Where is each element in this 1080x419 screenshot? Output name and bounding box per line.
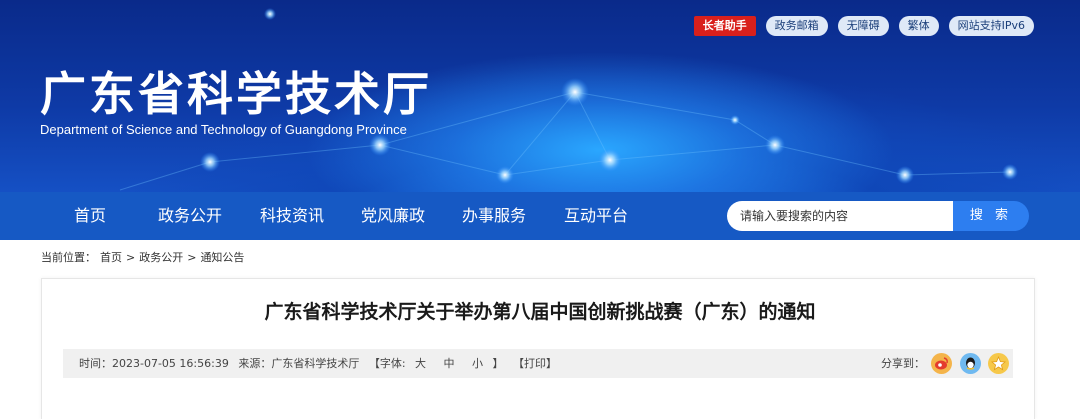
font-small-button[interactable]: 小 <box>472 357 483 370</box>
font-medium-button[interactable]: 中 <box>444 357 455 370</box>
share-label: 分享到： <box>881 357 925 370</box>
search-input[interactable]: 请输入要搜索的内容 <box>727 201 953 231</box>
traditional-chinese-link[interactable]: 繁体 <box>898 16 939 36</box>
search-placeholder: 请输入要搜索的内容 <box>740 209 849 223</box>
top-links: 长者助手 政务邮箱 无障碍 繁体 网站支持IPv6 <box>693 16 1034 36</box>
header-banner: 广东省科学技术厅 Department of Science and Techn… <box>0 0 1080 192</box>
breadcrumb-separator: > <box>187 251 197 264</box>
article-source: 来源：广东省科学技术厅 <box>238 357 360 370</box>
weibo-icon[interactable] <box>931 353 952 374</box>
accessibility-link[interactable]: 无障碍 <box>837 16 889 36</box>
nav-sci-news[interactable]: 科技资讯 <box>260 192 324 240</box>
article-meta-bar: 时间：2023-07-05 16:56:39 来源：广东省科学技术厅 【字体: … <box>63 349 1013 378</box>
font-size-label: 【字体: <box>368 357 406 370</box>
breadcrumb: 当前位置： 首页 > 政务公开 > 通知公告 <box>41 249 248 265</box>
search-button[interactable]: 搜 索 <box>953 201 1029 231</box>
elder-assistant-link[interactable]: 长者助手 <box>693 16 756 36</box>
breadcrumb-separator: > <box>126 251 136 264</box>
nav-home[interactable]: 首页 <box>74 192 106 240</box>
breadcrumb-prefix: 当前位置： <box>41 251 96 264</box>
breadcrumb-notices[interactable]: 通知公告 <box>200 251 244 264</box>
font-size-label-close: 】 <box>492 357 504 370</box>
ipv6-badge: 网站支持IPv6 <box>948 16 1034 36</box>
publish-time: 时间：2023-07-05 16:56:39 <box>79 357 229 370</box>
nav-interaction[interactable]: 互动平台 <box>564 192 628 240</box>
font-large-button[interactable]: 大 <box>415 357 426 370</box>
nav-gov-affairs[interactable]: 政务公开 <box>158 192 222 240</box>
gov-mailbox-link[interactable]: 政务邮箱 <box>765 16 828 36</box>
qzone-icon[interactable] <box>988 353 1009 374</box>
nav-party-integrity[interactable]: 党风廉政 <box>361 192 425 240</box>
qq-icon[interactable] <box>960 353 981 374</box>
search-bar: 请输入要搜索的内容 搜 索 <box>727 201 1029 231</box>
print-button[interactable]: 【打印】 <box>513 357 557 370</box>
site-title: 广东省科学技术厅 <box>40 67 432 121</box>
article-title: 广东省科学技术厅关于举办第八届中国创新挑战赛（广东）的通知 <box>264 301 816 323</box>
breadcrumb-gov-affairs[interactable]: 政务公开 <box>139 251 183 264</box>
site-subtitle: Department of Science and Technology of … <box>40 122 407 137</box>
breadcrumb-home[interactable]: 首页 <box>100 251 122 264</box>
nav-services[interactable]: 办事服务 <box>462 192 526 240</box>
